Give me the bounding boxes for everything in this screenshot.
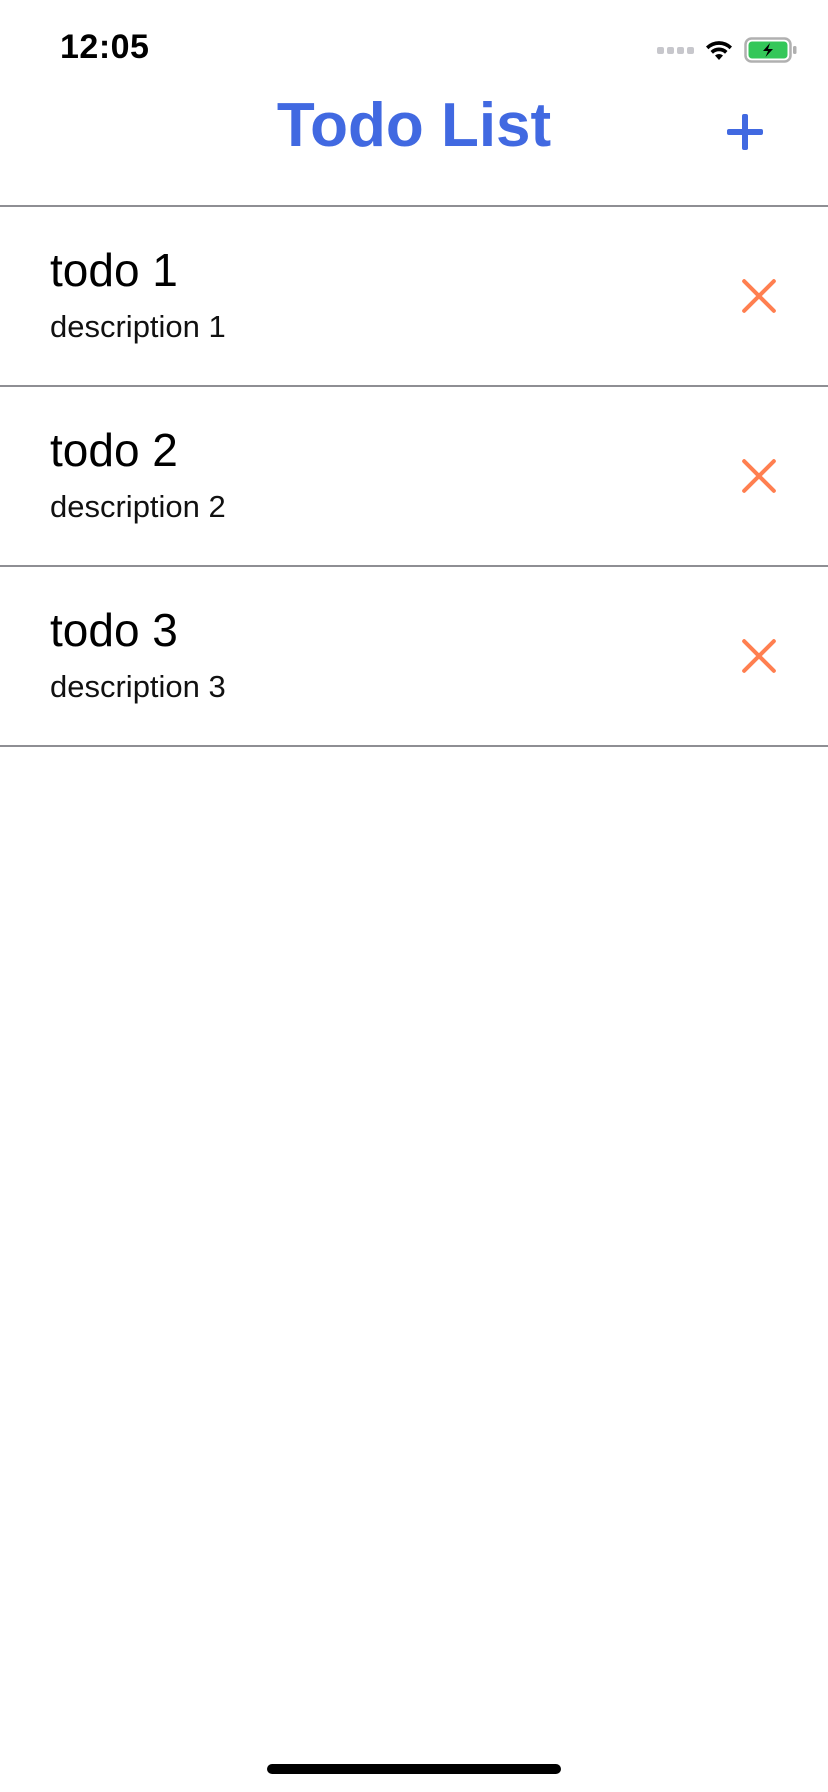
app-screen: 12:05 Todo List todo 1 description 1 tod…	[0, 0, 828, 1792]
todo-title: todo 3	[50, 604, 178, 656]
home-indicator[interactable]	[267, 1764, 561, 1774]
todo-description: description 2	[50, 489, 226, 524]
status-icons	[657, 36, 798, 64]
status-bar: 12:05	[0, 0, 828, 96]
todo-title: todo 1	[50, 244, 178, 296]
todo-title: todo 2	[50, 424, 178, 476]
todo-row[interactable]: todo 3 description 3	[0, 567, 828, 747]
delete-todo-button[interactable]	[740, 277, 778, 315]
status-time: 12:05	[60, 28, 150, 66]
delete-todo-button[interactable]	[740, 637, 778, 675]
battery-charging-icon	[744, 37, 797, 63]
delete-todo-button[interactable]	[740, 457, 778, 495]
todo-description: description 3	[50, 669, 226, 704]
wifi-icon	[706, 41, 732, 60]
todo-description: description 1	[50, 309, 226, 344]
add-todo-button[interactable]	[722, 109, 768, 155]
todo-row[interactable]: todo 1 description 1	[0, 207, 828, 387]
todo-row[interactable]: todo 2 description 2	[0, 387, 828, 567]
page-title: Todo List	[276, 91, 552, 160]
todo-list: todo 1 description 1 todo 2 description …	[0, 207, 828, 747]
cellular-signal-icon	[657, 46, 694, 54]
nav-header: Todo List	[0, 91, 828, 207]
